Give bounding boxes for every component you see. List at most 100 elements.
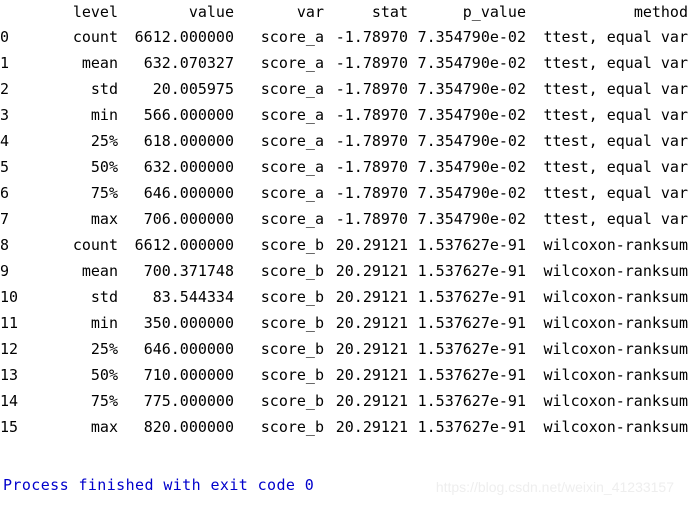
- cell-var: score_b: [260, 288, 324, 306]
- cell-value: 706.000000: [143, 210, 234, 228]
- cell-var: score_b: [260, 314, 324, 332]
- column-header-method: method: [633, 3, 688, 21]
- cell-index: 6: [0, 184, 10, 202]
- cell-var: score_a: [260, 54, 324, 72]
- cell-p-value: 1.537627e-91: [417, 236, 526, 254]
- cell-stat: 20.29121: [335, 392, 408, 410]
- cell-index: 2: [0, 80, 10, 98]
- table-row: 0 count 6612.000000 score_a -1.78970 7.354790…: [0, 24, 688, 50]
- cell-level: 25%: [90, 340, 118, 358]
- cell-level: std: [90, 288, 118, 306]
- cell-stat: 20.29121: [335, 366, 408, 384]
- table-row: 8 count 6612.000000 score_b 20.29121 1.537627…: [0, 232, 688, 258]
- cell-stat: -1.78970: [335, 158, 408, 176]
- cell-value: 20.005975: [152, 80, 234, 98]
- cell-stat: -1.78970: [335, 28, 408, 46]
- cell-index: 4: [0, 132, 10, 150]
- cell-index: 9: [0, 262, 10, 280]
- cell-value: 775.000000: [143, 392, 234, 410]
- column-header-stat: stat: [371, 3, 408, 21]
- cell-p-value: 7.354790e-02: [417, 210, 526, 228]
- cell-stat: 20.29121: [335, 418, 408, 436]
- process-finished-message: Process finished with exit code 0: [3, 476, 315, 494]
- cell-stat: -1.78970: [335, 210, 408, 228]
- cell-level: 25%: [90, 132, 118, 150]
- cell-method: ttest, equal var: [543, 80, 688, 98]
- cell-stat: -1.78970: [335, 132, 408, 150]
- cell-index: 15: [0, 418, 19, 436]
- table-row: 1 mean 632.070327 score_a -1.78970 7.354790e-…: [0, 50, 688, 76]
- cell-level: mean: [81, 54, 118, 72]
- cell-stat: 20.29121: [335, 340, 408, 358]
- cell-stat: -1.78970: [335, 184, 408, 202]
- cell-method: ttest, equal var: [543, 132, 688, 150]
- cell-value: 618.000000: [143, 132, 234, 150]
- cell-p-value: 7.354790e-02: [417, 158, 526, 176]
- cell-method: ttest, equal var: [543, 28, 688, 46]
- cell-index: 3: [0, 106, 10, 124]
- cell-stat: 20.29121: [335, 314, 408, 332]
- cell-value: 646.000000: [143, 184, 234, 202]
- cell-method: ttest, equal var: [543, 106, 688, 124]
- cell-method: wilcoxon-ranksum: [543, 236, 688, 254]
- cell-p-value: 7.354790e-02: [417, 54, 526, 72]
- table-row: 10 std 83.544334 score_b 20.29121 1.537627e-9…: [0, 284, 688, 310]
- table-row: 13 50% 710.000000 score_b 20.29121 1.537627e-…: [0, 362, 688, 388]
- cell-level: count: [72, 236, 118, 254]
- cell-method: wilcoxon-ranksum: [543, 366, 688, 384]
- column-header-index: [0, 0, 38, 24]
- cell-index: 10: [0, 288, 19, 306]
- cell-p-value: 7.354790e-02: [417, 28, 526, 46]
- cell-value: 646.000000: [143, 340, 234, 358]
- cell-index: 11: [0, 314, 19, 332]
- cell-method: wilcoxon-ranksum: [543, 418, 688, 436]
- cell-var: score_a: [260, 132, 324, 150]
- table-body: 0 count 6612.000000 score_a -1.78970 7.354790…: [0, 24, 688, 440]
- cell-level: min: [90, 106, 118, 124]
- cell-p-value: 1.537627e-91: [417, 366, 526, 384]
- cell-stat: 20.29121: [335, 236, 408, 254]
- cell-p-value: 7.354790e-02: [417, 106, 526, 124]
- cell-p-value: 1.537627e-91: [417, 314, 526, 332]
- table-row: 5 50% 632.000000 score_a -1.78970 7.354790e-0…: [0, 154, 688, 180]
- cell-index: 7: [0, 210, 10, 228]
- cell-index: 1: [0, 54, 10, 72]
- cell-value: 350.000000: [143, 314, 234, 332]
- cell-value: 700.371748: [143, 262, 234, 280]
- cell-stat: 20.29121: [335, 262, 408, 280]
- cell-p-value: 1.537627e-91: [417, 288, 526, 306]
- cell-var: score_b: [260, 262, 324, 280]
- cell-value: 83.544334: [152, 288, 234, 306]
- cell-value: 566.000000: [143, 106, 234, 124]
- cell-var: score_b: [260, 366, 324, 384]
- table-row: 12 25% 646.000000 score_b 20.29121 1.537627e-…: [0, 336, 688, 362]
- console-output[interactable]: level value var stat p_value method 0 cou…: [0, 0, 688, 440]
- cell-var: score_a: [260, 28, 324, 46]
- table-row: 3 min 566.000000 score_a -1.78970 7.354790e-0…: [0, 102, 688, 128]
- cell-level: 50%: [90, 366, 118, 384]
- table-row: 6 75% 646.000000 score_a -1.78970 7.354790e-0…: [0, 180, 688, 206]
- table-row: 11 min 350.000000 score_b 20.29121 1.537627e-…: [0, 310, 688, 336]
- cell-index: 12: [0, 340, 19, 358]
- cell-var: score_b: [260, 418, 324, 436]
- cell-p-value: 1.537627e-91: [417, 392, 526, 410]
- cell-level: max: [90, 210, 118, 228]
- cell-value: 632.000000: [143, 158, 234, 176]
- header-row: level value var stat p_value method: [0, 0, 688, 24]
- cell-p-value: 1.537627e-91: [417, 418, 526, 436]
- cell-stat: -1.78970: [335, 54, 408, 72]
- cell-method: wilcoxon-ranksum: [543, 262, 688, 280]
- cell-p-value: 7.354790e-02: [417, 184, 526, 202]
- table-row: 15 max 820.000000 score_b 20.29121 1.537627e-…: [0, 414, 688, 440]
- cell-level: std: [90, 80, 118, 98]
- cell-index: 8: [0, 236, 10, 254]
- cell-value: 6612.000000: [134, 236, 234, 254]
- cell-method: wilcoxon-ranksum: [543, 340, 688, 358]
- column-header-value: value: [188, 3, 234, 21]
- cell-var: score_a: [260, 210, 324, 228]
- table-row: 14 75% 775.000000 score_b 20.29121 1.537627e-…: [0, 388, 688, 414]
- cell-method: ttest, equal var: [543, 184, 688, 202]
- cell-value: 6612.000000: [134, 28, 234, 46]
- cell-var: score_a: [260, 80, 324, 98]
- cell-stat: 20.29121: [335, 288, 408, 306]
